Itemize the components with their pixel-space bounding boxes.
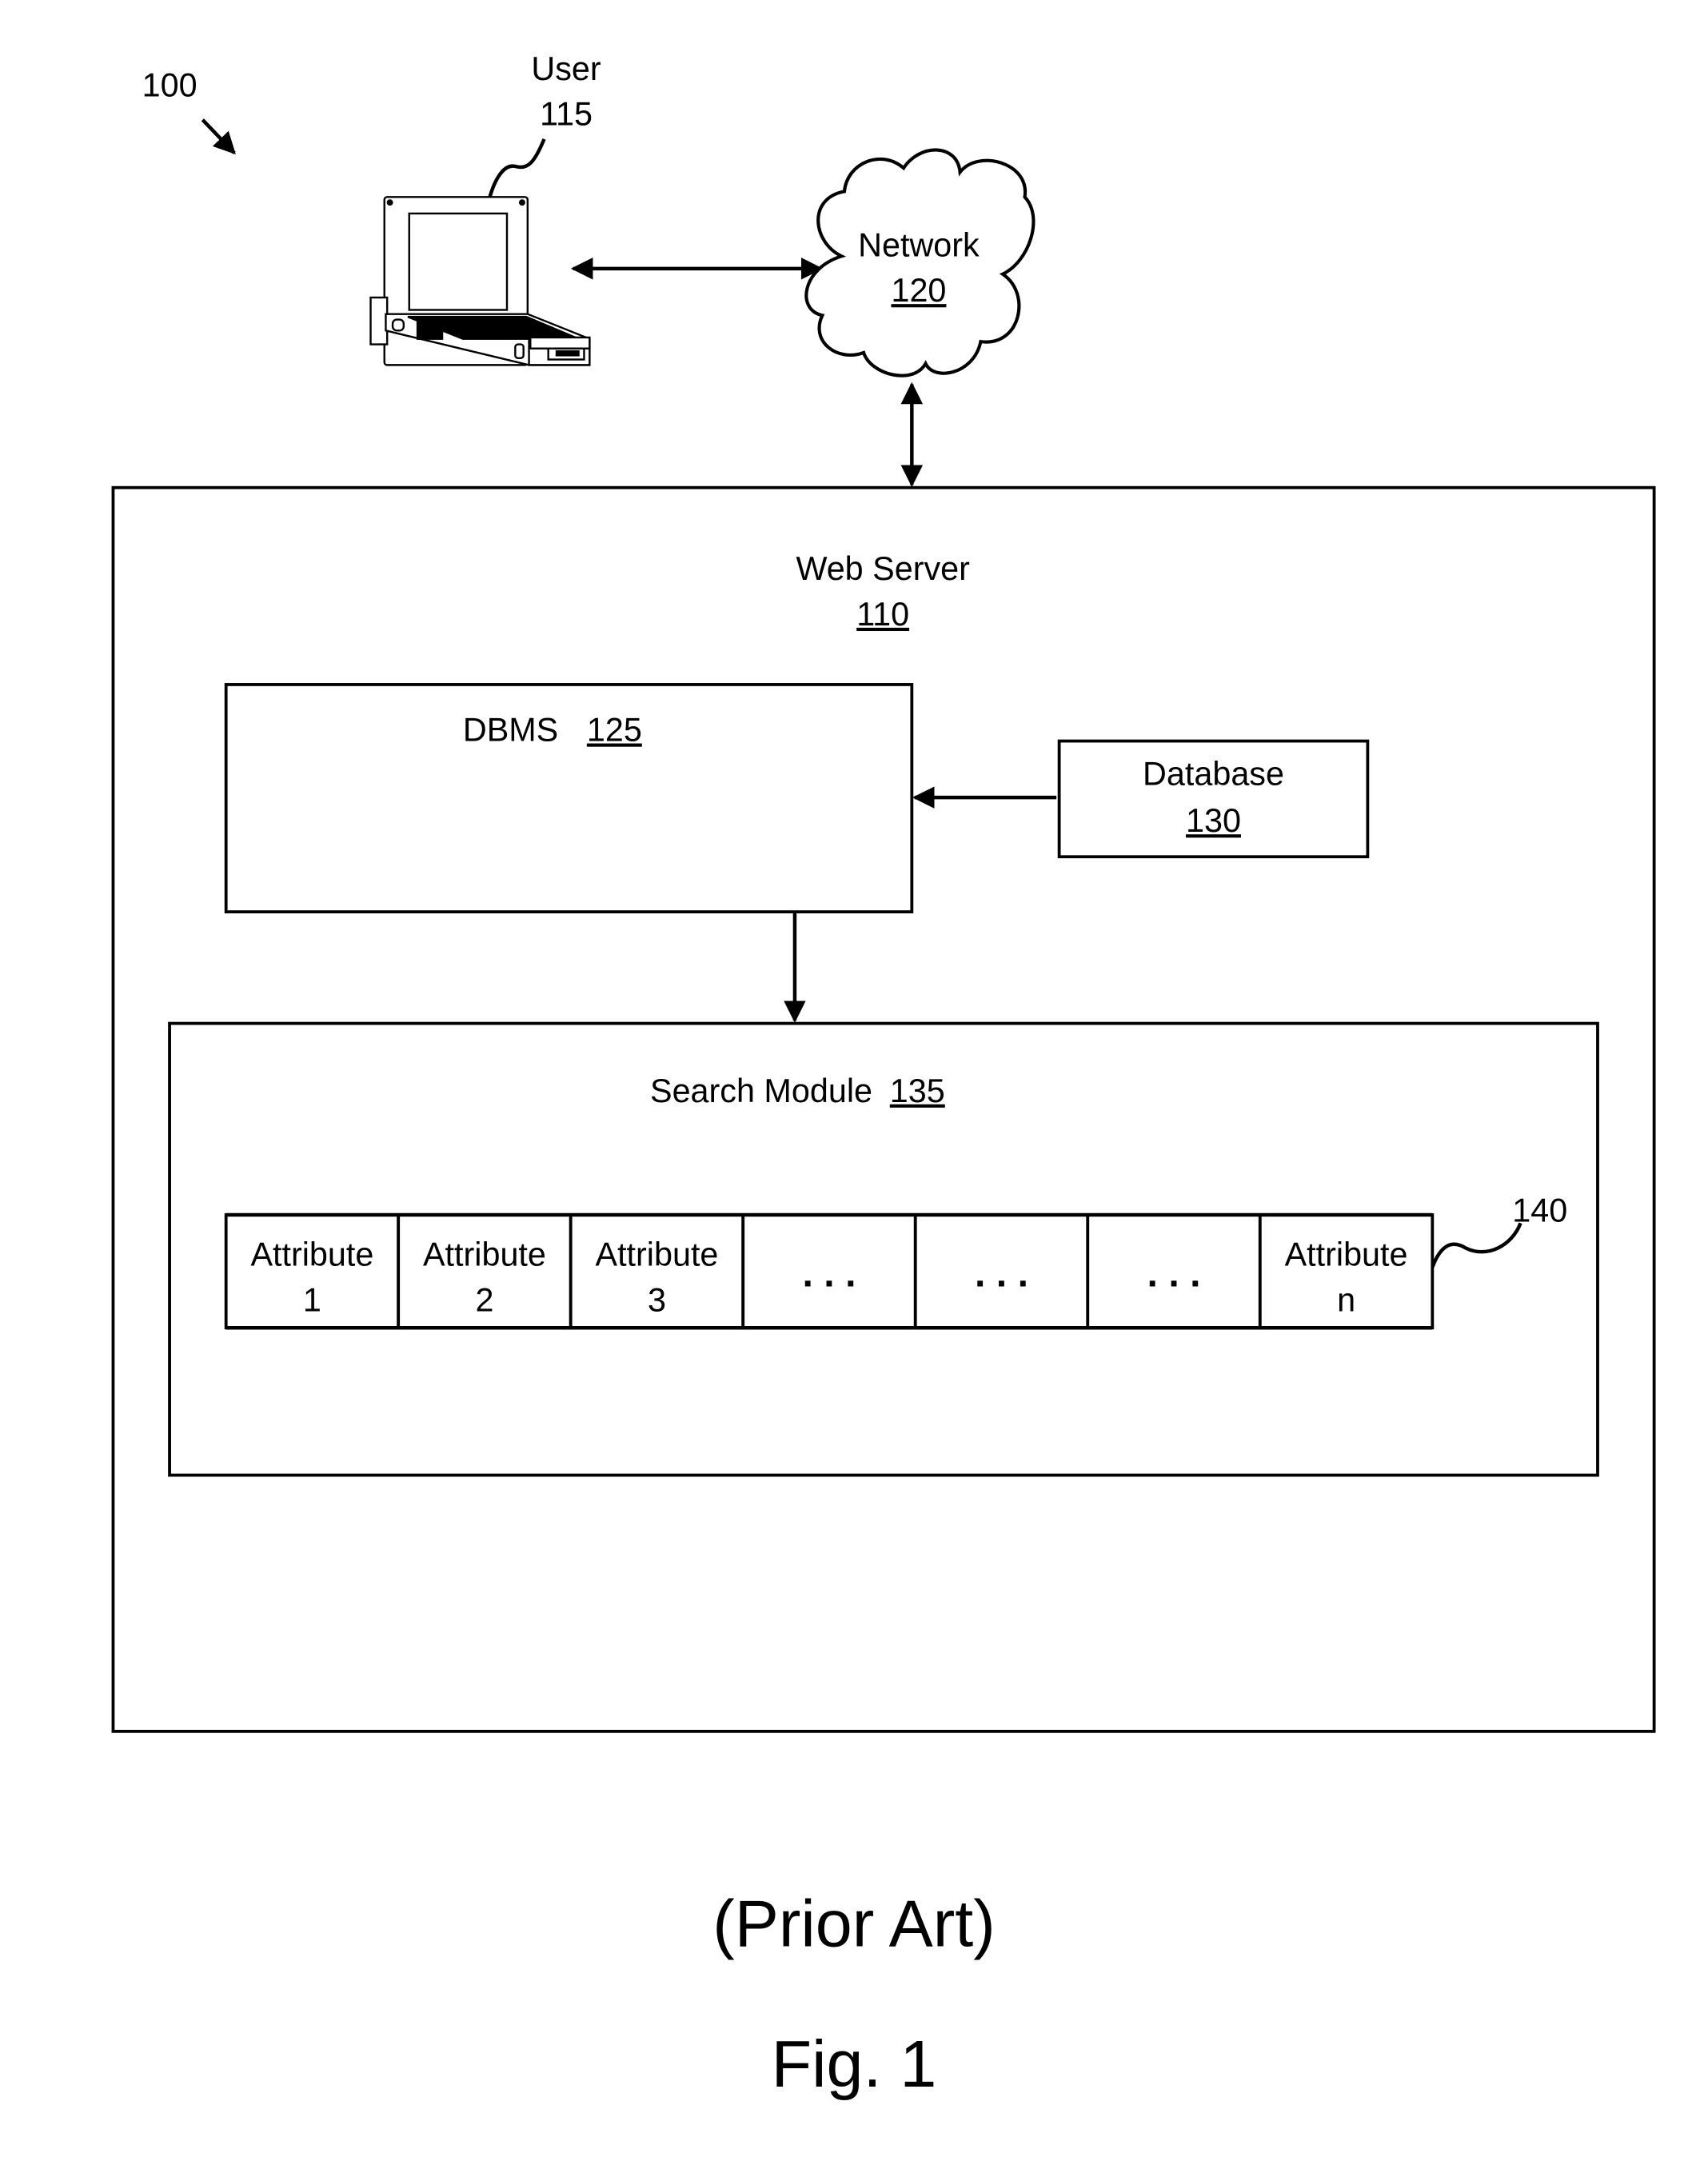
attribute-label: Attribute	[423, 1236, 546, 1273]
laptop-icon	[369, 196, 591, 366]
prior-art-note: (Prior Art)	[712, 1886, 996, 1960]
attribute-cell: . . .	[913, 1213, 1090, 1330]
attribute-cell: Attribute 2	[397, 1213, 573, 1330]
web-server-ref: 110	[856, 596, 909, 633]
dbms-label: DBMS	[463, 712, 558, 749]
ellipsis-label: . . .	[975, 1252, 1028, 1296]
attribute-cell: Attribute 1	[224, 1213, 401, 1330]
network-ref: 120	[891, 272, 946, 309]
attribute-label: Attribute	[1285, 1236, 1408, 1273]
search-module-label: Search Module	[650, 1073, 872, 1109]
dbms-title: DBMS 125	[463, 712, 642, 749]
search-module-ref: 135	[890, 1073, 945, 1109]
database-label: Database	[1143, 756, 1284, 793]
network-label: Network	[858, 226, 980, 263]
ellipsis-label: . . .	[803, 1252, 856, 1296]
attribute-cell: . . .	[741, 1213, 917, 1330]
web-server-label: Web Server	[796, 550, 970, 587]
attribute-index: n	[1337, 1282, 1355, 1319]
figure-ref-number: 100	[142, 67, 198, 104]
figure-ref-arrow	[201, 118, 236, 155]
user-ref: 115	[540, 96, 593, 133]
attribute-index: 2	[475, 1282, 493, 1319]
dbms-ref: 125	[587, 712, 642, 749]
attribute-cell: Attribute n	[1258, 1213, 1435, 1330]
search-module-title: Search Module 135	[650, 1073, 945, 1109]
system-diagram: 100 User 115 Network 120 Web Server 110	[111, 50, 1656, 2101]
attribute-row-ref: 140	[1512, 1192, 1567, 1229]
attribute-row: Attribute 1 Attribute 2 Attribute 3 . . . . . .…	[224, 1212, 1435, 1330]
figure-caption: Fig. 1	[772, 2027, 937, 2101]
attribute-index: 3	[648, 1282, 666, 1319]
user-leader-line	[487, 138, 546, 201]
attribute-label: Attribute	[596, 1236, 719, 1273]
attribute-cell: . . .	[1086, 1213, 1262, 1330]
ellipsis-label: . . .	[1147, 1252, 1201, 1296]
attribute-cell: Attribute 3	[569, 1213, 745, 1330]
dbms-box	[224, 683, 914, 914]
attribute-index: 1	[303, 1282, 321, 1319]
user-label: User	[531, 50, 601, 87]
attribute-label: Attribute	[250, 1236, 373, 1273]
database-ref: 130	[1186, 802, 1241, 839]
